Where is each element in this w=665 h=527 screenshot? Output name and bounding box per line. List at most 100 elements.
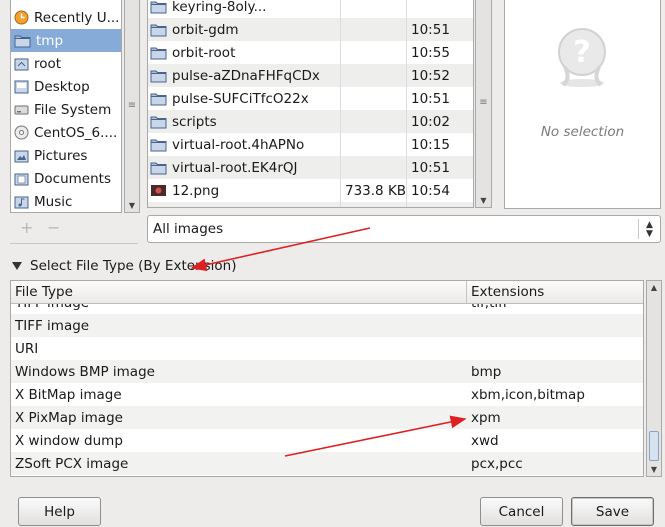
combo-arrows-icon: ▲ ▼ xyxy=(638,219,660,239)
file-row[interactable]: virtual-root.4hAPNo 10:15 xyxy=(148,133,473,156)
file-name: linux.jpg xyxy=(172,206,230,208)
sidebar-item-label: root xyxy=(34,55,62,72)
sidebar-item-recently-u[interactable]: Recently U... xyxy=(11,6,121,29)
file-row[interactable]: linux.jpg 37.5 KB10:33 xyxy=(148,202,473,208)
file-name: virtual-root.4hAPNo xyxy=(172,136,305,153)
file-filter-combo[interactable]: All images ▲ ▼ xyxy=(147,215,661,243)
sidebar-item-label: Documents xyxy=(34,170,111,187)
file-type-name: URI xyxy=(15,340,39,357)
file-type-extensions: xwd xyxy=(471,432,499,449)
file-name: pulse-SUFCiTfcO22x xyxy=(172,90,309,107)
file-name: keyring-8oly... xyxy=(172,0,267,15)
file-modified: 10:52 xyxy=(411,67,450,84)
file-type-row[interactable]: X PixMap image xpm xyxy=(11,406,643,429)
documents-folder-icon xyxy=(14,173,29,186)
sidebar-item-file-system[interactable]: File System xyxy=(11,98,121,121)
file-type-name: X window dump xyxy=(15,432,123,449)
scrollbar-grip-icon: ≡ xyxy=(479,97,488,108)
cancel-button[interactable]: Cancel xyxy=(480,497,563,526)
file-row[interactable]: orbit-root 10:55 xyxy=(148,41,473,64)
file-type-row[interactable]: URI xyxy=(11,337,643,360)
scroll-down-icon[interactable]: ▼ xyxy=(651,465,657,474)
add-bookmark-button[interactable]: + xyxy=(20,220,33,236)
harddisk-icon xyxy=(14,105,29,115)
sidebar-item-documents[interactable]: Documents xyxy=(11,167,121,190)
file-row[interactable]: orbit-gdm 10:51 xyxy=(148,18,473,41)
preview-status-text: No selection xyxy=(540,124,625,140)
expander-label: Select File Type (By Extension) xyxy=(30,258,237,274)
save-button[interactable]: Save xyxy=(571,497,654,526)
file-type-row[interactable]: ZSoft PCX image pcx,pcc xyxy=(11,452,643,475)
file-size: 37.5 KB xyxy=(341,202,407,207)
column-header-file-type[interactable]: File Type xyxy=(11,281,467,303)
folder-icon xyxy=(150,162,167,175)
file-type-extensions: xbm,icon,bitmap xyxy=(471,386,585,403)
file-size xyxy=(341,110,407,133)
expander-arrow-icon xyxy=(12,262,22,270)
file-type-name: ZSoft PCX image xyxy=(15,455,129,472)
sidebar-item-tmp[interactable]: tmp xyxy=(11,29,121,52)
sidebar-item-root[interactable]: root xyxy=(11,52,121,75)
file-type-expander[interactable]: Select File Type (By Extension) xyxy=(12,258,236,274)
places-scrollbar[interactable]: ≡ ▼ xyxy=(124,0,140,213)
sidebar-item-label: CentOS_6.... xyxy=(34,124,118,141)
file-row[interactable]: virtual-root.EK4rQJ 10:51 xyxy=(148,156,473,179)
file-row[interactable]: keyring-8oly... xyxy=(148,0,473,18)
svg-text:?: ? xyxy=(573,35,590,70)
home-folder-icon xyxy=(14,58,29,71)
sidebar-item-label: Recently U... xyxy=(34,9,120,26)
folder-icon xyxy=(150,24,167,37)
file-modified: 10:54 xyxy=(411,182,450,199)
cdrom-icon xyxy=(14,125,29,140)
file-size: 733.8 KB xyxy=(341,179,407,202)
file-type-name: TIFF image xyxy=(15,317,90,334)
file-name: 12.png xyxy=(172,182,220,199)
file-row[interactable]: 12.png 733.8 KB 10:54 xyxy=(148,179,473,202)
scroll-down-icon[interactable]: ▼ xyxy=(480,196,486,205)
file-type-row[interactable]: X BitMap image xbm,icon,bitmap xyxy=(11,383,643,406)
file-type-rows: TIFF imagetif,tiffTIFF imageURIWindows B… xyxy=(11,291,643,475)
scroll-up-icon[interactable]: ▲ xyxy=(651,283,657,292)
file-size xyxy=(341,87,407,110)
remove-bookmark-button[interactable]: − xyxy=(47,220,60,236)
file-modified: 10:55 xyxy=(411,44,450,61)
file-size xyxy=(341,133,407,156)
column-header-extensions[interactable]: Extensions xyxy=(467,281,544,303)
file-type-table: TIFF imagetif,tiffTIFF imageURIWindows B… xyxy=(10,280,644,477)
scrollbar-thumb[interactable] xyxy=(649,431,659,461)
help-button[interactable]: Help xyxy=(18,497,101,526)
file-row[interactable]: pulse-SUFCiTfcO22x 10:51 xyxy=(148,87,473,110)
file-modified: 10:15 xyxy=(411,136,450,153)
file-modified: 10:33 xyxy=(407,206,450,208)
file-name: pulse-aZDnaFHFqCDx xyxy=(172,67,320,84)
file-modified: 10:51 xyxy=(411,21,450,38)
file-type-row[interactable]: X window dump xwd xyxy=(11,429,643,452)
sidebar-item-label: Music xyxy=(34,193,73,210)
file-type-row[interactable]: Windows BMP image bmp xyxy=(11,360,643,383)
file-type-row[interactable]: TIFF image xyxy=(11,314,643,337)
file-name: scripts xyxy=(172,113,217,130)
file-type-name: X PixMap image xyxy=(15,409,123,426)
desktop-icon xyxy=(14,80,29,94)
file-type-name: X BitMap image xyxy=(15,386,122,403)
folder-icon xyxy=(14,35,31,48)
file-type-scrollbar[interactable]: ▲ ▼ xyxy=(646,280,662,477)
sidebar-item-desktop[interactable]: Desktop xyxy=(11,75,121,98)
sidebar-item-centos-6[interactable]: CentOS_6.... xyxy=(11,121,121,144)
folder-icon xyxy=(150,93,167,106)
image-file-icon xyxy=(150,206,167,208)
file-row[interactable]: scripts 10:02 xyxy=(148,110,473,133)
image-file-icon xyxy=(151,185,166,196)
file-list-scrollbar[interactable]: ≡ ▼ xyxy=(475,0,492,208)
file-modified: 10:51 xyxy=(411,159,450,176)
places-sidebar: Recently U... tmp root Desktop File System Ce… xyxy=(10,0,122,213)
file-type-extensions: bmp xyxy=(471,363,502,380)
folder-icon xyxy=(150,116,167,129)
file-filter-value: All images xyxy=(153,221,224,237)
sidebar-item-pictures[interactable]: Pictures xyxy=(11,144,121,167)
file-size xyxy=(341,18,407,41)
scroll-down-icon[interactable]: ▼ xyxy=(129,201,135,210)
sidebar-item-music[interactable]: Music xyxy=(11,190,121,212)
file-row[interactable]: pulse-aZDnaFHFqCDx 10:52 xyxy=(148,64,473,87)
file-name: orbit-root xyxy=(172,44,236,61)
